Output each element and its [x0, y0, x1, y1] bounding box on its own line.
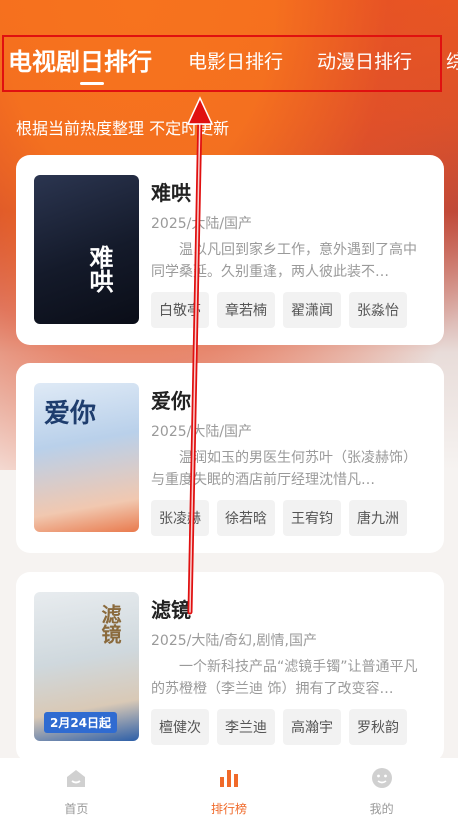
nav-home[interactable]: 首页	[0, 758, 153, 820]
profile-icon	[371, 768, 392, 788]
nav-profile-label: 我的	[369, 802, 394, 816]
cast-tag[interactable]: 唐九洲	[349, 500, 407, 536]
show-poster[interactable]: 滤镜 2月24日起	[34, 592, 139, 741]
cast-tag[interactable]: 檀健次	[151, 709, 209, 745]
home-icon	[67, 770, 86, 787]
cast-tag[interactable]: 王宥钧	[283, 500, 341, 536]
show-meta: 2025/大陆/国产	[151, 424, 253, 440]
tab-tv-daily[interactable]: 电视剧日排行	[8, 42, 152, 77]
show-meta: 2025/大陆/国产	[151, 216, 253, 232]
nav-profile[interactable]: 我的	[305, 758, 458, 820]
cast-tags: 白敬亭 章若楠 翟潇闻 张淼怡	[151, 292, 407, 328]
show-poster[interactable]: 难哄	[34, 175, 139, 324]
tab-variety-daily[interactable]: 综	[446, 47, 458, 74]
nav-home-label: 首页	[64, 802, 89, 816]
cast-tag[interactable]: 高瀚宇	[283, 709, 341, 745]
show-title: 难哄	[151, 181, 191, 205]
cast-tag[interactable]: 张凌赫	[151, 500, 209, 536]
poster-title-text: 难哄	[85, 245, 113, 293]
show-description: 温润如玉的男医生何苏叶（张凌赫饰）与重度失眠的酒店前厅经理沈惜凡…	[151, 450, 417, 488]
nav-ranking[interactable]: 排行榜	[153, 758, 306, 820]
show-card[interactable]: 爱你 爱你 2025/大陆/国产 温润如玉的男医生何苏叶（张凌赫饰）与重度失眠的…	[16, 363, 444, 553]
tab-anime-daily[interactable]: 动漫日排行	[317, 47, 412, 74]
show-description: 一个新科技产品“滤镜手镯”让普通平凡的苏橙橙（李兰迪 饰）拥有了改变容…	[151, 659, 418, 697]
show-title: 滤镜	[151, 598, 191, 622]
cast-tags: 檀健次 李兰迪 高瀚宇 罗秋韵	[151, 709, 407, 745]
nav-ranking-label: 排行榜	[211, 802, 248, 816]
show-card[interactable]: 难哄 难哄 2025/大陆/国产 温以凡回到家乡工作，意外遇到了高中同学桑延。久…	[16, 155, 444, 345]
show-description: 温以凡回到家乡工作，意外遇到了高中同学桑延。久别重逢，两人彼此装不…	[151, 242, 417, 280]
cast-tag[interactable]: 章若楠	[217, 292, 275, 328]
cast-tags: 张凌赫 徐若晗 王宥钧 唐九洲	[151, 500, 407, 536]
cast-tag[interactable]: 张淼怡	[349, 292, 407, 328]
poster-release-date: 2月24日起	[44, 712, 118, 733]
ranking-subtitle: 根据当前热度整理 不定时更新	[16, 119, 230, 138]
tab-movie-daily[interactable]: 电影日排行	[188, 47, 283, 74]
cast-tag[interactable]: 罗秋韵	[349, 709, 407, 745]
show-title: 爱你	[151, 389, 191, 413]
show-card[interactable]: 滤镜 2月24日起 滤镜 2025/大陆/奇幻,剧情,国产 一个新科技产品“滤镜…	[16, 572, 444, 762]
active-tab-indicator	[80, 82, 104, 85]
poster-title-text: 滤镜	[98, 604, 122, 644]
show-poster[interactable]: 爱你	[34, 383, 139, 532]
poster-title-text: 爱你	[44, 399, 97, 429]
cast-tag[interactable]: 翟潇闻	[283, 292, 341, 328]
cast-tag[interactable]: 白敬亭	[151, 292, 209, 328]
cast-tag[interactable]: 李兰迪	[217, 709, 275, 745]
cast-tag[interactable]: 徐若晗	[217, 500, 275, 536]
ranking-tabs: 电视剧日排行 电影日排行 动漫日排行 综	[0, 32, 458, 92]
bottom-navigation: 首页 排行榜 我的	[0, 758, 458, 820]
ranking-icon	[220, 770, 238, 787]
show-meta: 2025/大陆/奇幻,剧情,国产	[151, 633, 317, 649]
